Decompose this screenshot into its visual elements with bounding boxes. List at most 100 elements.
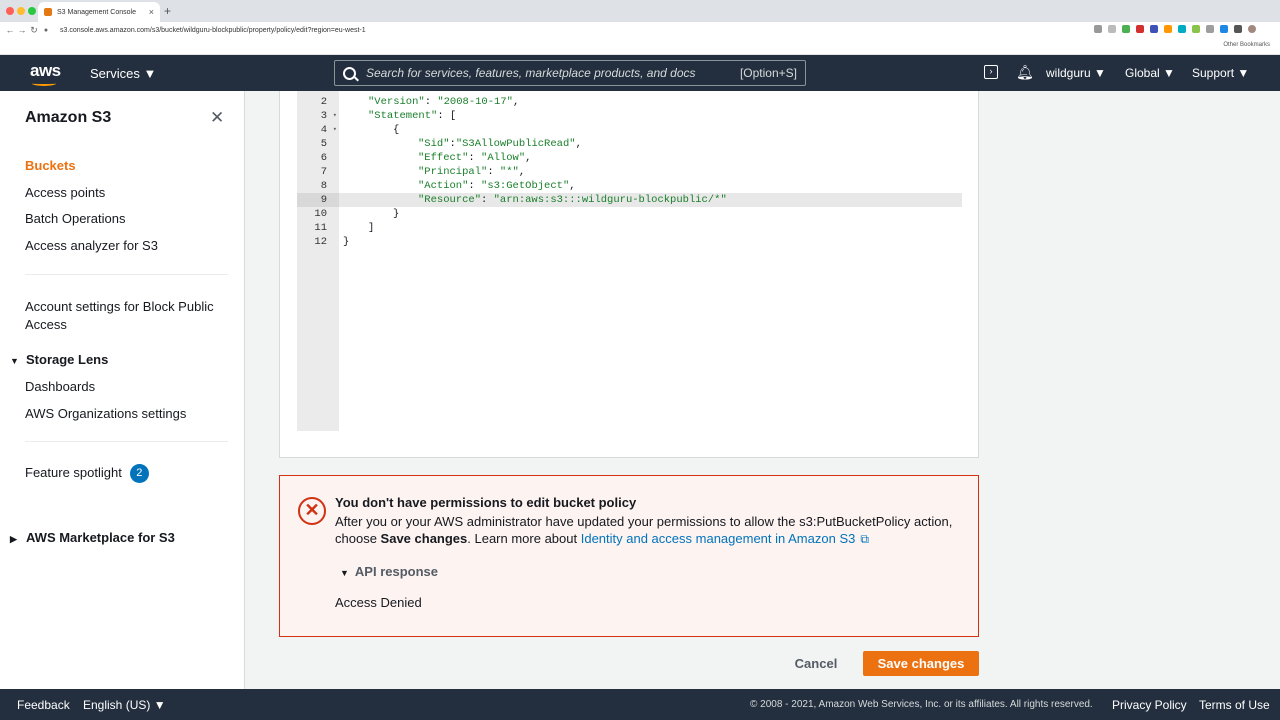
fold-arrow-icon[interactable]: ▾ — [333, 109, 337, 123]
close-icon[interactable]: ✕ — [210, 108, 224, 128]
alert-body: After you or your AWS administrator have… — [335, 513, 965, 548]
feature-spotlight-label: Feature spotlight — [25, 464, 122, 480]
sidebar-item-org-settings[interactable]: AWS Organizations settings — [25, 406, 186, 421]
feedback-link[interactable]: Feedback — [17, 698, 70, 712]
code-token-val: "2008-10-17" — [437, 96, 513, 108]
code-token-sep: : — [468, 180, 482, 192]
extension-icon[interactable] — [1150, 25, 1158, 33]
line-number: 3 ▾ — [297, 109, 339, 123]
region-menu[interactable]: Global ▼ — [1125, 66, 1175, 80]
extension-icon[interactable] — [1136, 25, 1144, 33]
sidebar-item-batch-operations[interactable]: Batch Operations — [25, 211, 125, 226]
window-maximize-dot[interactable] — [28, 7, 36, 15]
support-menu[interactable]: Support ▼ — [1192, 66, 1249, 80]
code-line: "Statement": [ — [368, 109, 456, 123]
fold-arrow-icon[interactable]: ▾ — [333, 123, 337, 137]
line-number: 6 — [320, 152, 327, 164]
policy-code-editor[interactable]: 2 3 ▾ 4 ▾ 5 6 7 8 9 10 11 12 "Version": "2008-10-17"… — [297, 91, 962, 431]
marketplace-label: AWS Marketplace for S3 — [26, 530, 175, 545]
code-token-tail: } — [343, 236, 350, 248]
sidebar-item-account-settings[interactable]: Account settings for Block Public Access — [25, 298, 225, 334]
line-number: 2 — [320, 96, 327, 108]
extension-icon[interactable] — [1178, 25, 1186, 33]
terms-of-use-link[interactable]: Terms of Use — [1199, 698, 1270, 712]
extension-icon[interactable] — [1206, 25, 1214, 33]
caret-down-icon: ▼ — [10, 356, 19, 366]
code-line: } — [393, 207, 399, 221]
other-bookmarks[interactable]: Other Bookmarks — [1223, 42, 1270, 48]
alert-title: You don't have permissions to edit bucke… — [335, 495, 637, 510]
save-changes-button[interactable]: Save changes — [863, 651, 979, 676]
code-token-tail: ] — [368, 222, 375, 234]
code-token-tail: { — [393, 124, 400, 136]
sidebar-divider — [25, 441, 228, 442]
extension-icon[interactable] — [1192, 25, 1200, 33]
privacy-policy-link[interactable]: Privacy Policy — [1112, 698, 1187, 712]
sidebar-section-storage-lens[interactable]: ▼ Storage Lens — [10, 352, 108, 367]
line-number: 11 — [314, 222, 327, 234]
forward-arrow-icon[interactable]: → — [16, 25, 28, 35]
browser-tab[interactable]: S3 Management Console × — [38, 2, 160, 22]
alert-body-mid: . Learn more about — [467, 531, 581, 546]
code-line: } — [343, 235, 349, 249]
bell-icon[interactable]: 🔔︎ — [1016, 64, 1034, 81]
sidebar-item-buckets[interactable]: Buckets — [25, 158, 76, 173]
extension-icon[interactable] — [1234, 25, 1242, 33]
code-line: ] — [368, 221, 374, 235]
account-menu[interactable]: wildguru ▼ — [1046, 66, 1106, 80]
code-token-sep: : — [437, 110, 450, 122]
close-tab-icon[interactable]: × — [149, 7, 154, 17]
api-response-label: API response — [354, 564, 439, 579]
star-icon[interactable] — [1108, 25, 1116, 33]
code-line: "Version": "2008-10-17", — [368, 95, 519, 109]
search-icon — [343, 66, 356, 80]
window-close-dot[interactable] — [6, 7, 14, 15]
code-token-sep: : — [487, 166, 500, 178]
sidebar-item-access-analyzer[interactable]: Access analyzer for S3 — [25, 238, 158, 253]
cancel-button[interactable]: Cancel — [780, 651, 852, 676]
extension-icon[interactable] — [1220, 25, 1228, 33]
sidebar-title: Amazon S3 — [25, 109, 112, 126]
code-token-tail: , — [512, 96, 520, 108]
iam-docs-link[interactable]: Identity and access management in Amazon… — [581, 531, 856, 546]
storage-lens-label: Storage Lens — [26, 352, 109, 367]
code-line: { — [393, 123, 399, 137]
search-bar[interactable]: [Option+S] — [334, 60, 806, 86]
line-number-text: 3 — [320, 110, 327, 122]
search-input[interactable] — [366, 66, 740, 80]
extension-icon[interactable] — [1164, 25, 1172, 33]
sidebar-section-marketplace[interactable]: ▶ AWS Marketplace for S3 — [10, 530, 175, 545]
browser-tab-bar: S3 Management Console × + — [0, 0, 1280, 22]
extension-icon[interactable] — [1122, 25, 1130, 33]
code-token-tail: , — [569, 180, 576, 192]
language-selector[interactable]: English (US) ▼ — [83, 698, 166, 712]
reload-icon[interactable]: ↻ — [28, 25, 40, 36]
sidebar-item-feature-spotlight[interactable]: Feature spotlight 2 — [25, 464, 149, 483]
aws-logo[interactable]: aws — [30, 61, 61, 86]
zoom-icon[interactable] — [1094, 25, 1102, 33]
tab-title: S3 Management Console — [57, 8, 136, 16]
line-number: 9 — [320, 194, 327, 206]
sidebar-item-access-points[interactable]: Access points — [25, 185, 105, 200]
footer: Feedback English (US) ▼ © 2008 - 2021, A… — [0, 689, 1280, 720]
alert-body-pre: choose — [335, 531, 381, 546]
line-number: 10 — [314, 208, 327, 220]
profile-avatar[interactable] — [1248, 25, 1256, 33]
api-response-toggle[interactable]: ▼ API response — [340, 564, 438, 579]
sidebar-item-dashboards[interactable]: Dashboards — [25, 379, 95, 394]
line-number: 7 — [320, 166, 327, 178]
new-tab-button[interactable]: + — [164, 4, 171, 18]
code-token-tail: [ — [449, 110, 457, 122]
services-menu[interactable]: Services ▼ — [90, 66, 156, 81]
code-line: "Resource": "arn:aws:s3:::wildguru-block… — [418, 193, 727, 207]
back-arrow-icon[interactable]: ← — [4, 25, 16, 35]
caret-right-icon: ▶ — [10, 534, 17, 544]
window-minimize-dot[interactable] — [17, 7, 25, 15]
url-field[interactable]: s3.console.aws.amazon.com/s3/bucket/wild… — [60, 27, 366, 34]
cloudshell-icon[interactable]: › — [984, 65, 998, 79]
external-link-icon[interactable]: ⧉ — [860, 531, 869, 548]
copyright-text: © 2008 - 2021, Amazon Web Services, Inc.… — [750, 699, 1093, 710]
account-settings-line2: Access — [25, 317, 67, 332]
policy-editor-panel: 2 3 ▾ 4 ▾ 5 6 7 8 9 10 11 12 "Version": "2008-10-17"… — [279, 91, 979, 458]
sidebar-divider — [25, 274, 228, 275]
